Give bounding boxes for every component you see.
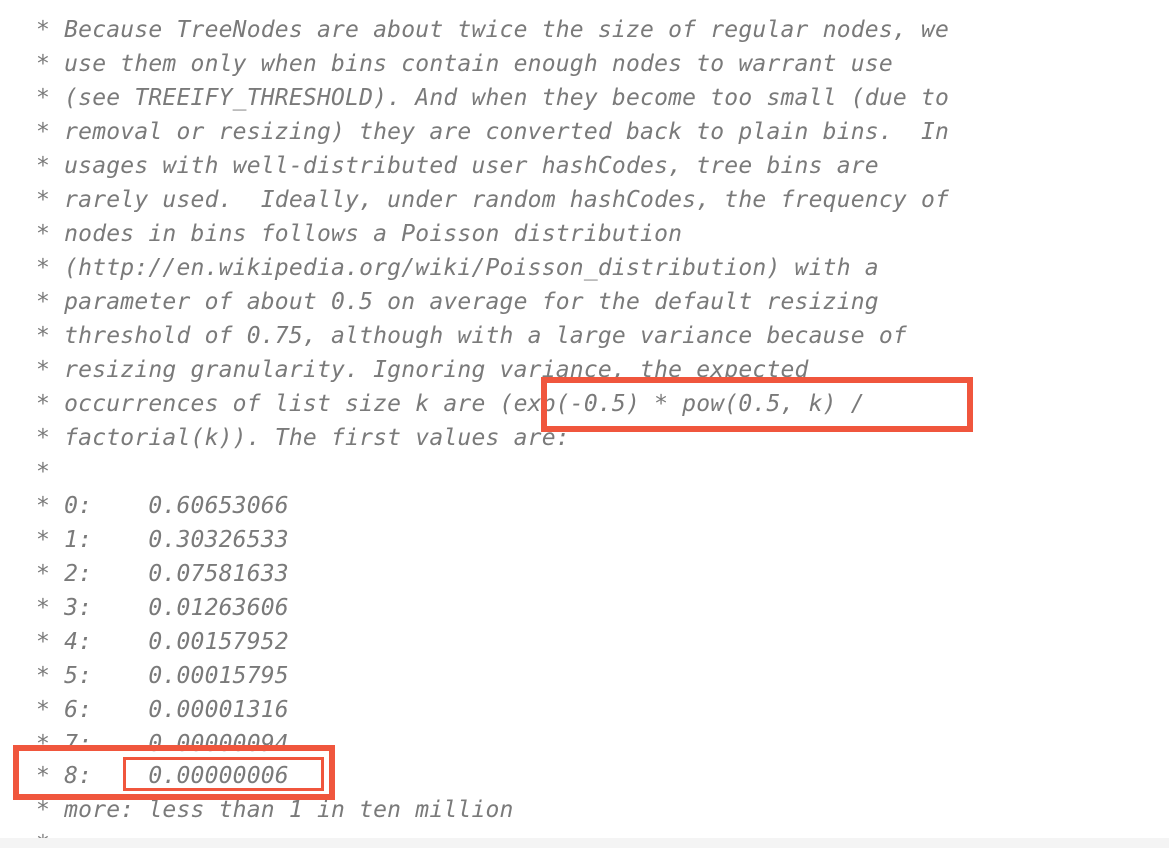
formula-highlight-box [541, 377, 973, 432]
comment-line: * usages with well-distributed user hash… [36, 149, 879, 183]
comment-line: * use them only when bins contain enough… [36, 47, 893, 81]
comment-line: * parameter of about 0.5 on average for … [36, 285, 879, 319]
probability-row: * 0: 0.60653066 [36, 489, 289, 523]
probability-row: * 3: 0.01263606 [36, 591, 289, 625]
comment-line-blank: * [36, 455, 50, 489]
comment-line: * rarely used. Ideally, under random has… [36, 183, 949, 217]
comment-line: * Because TreeNodes are about twice the … [36, 13, 949, 47]
probability-row: * 4: 0.00157952 [36, 625, 289, 659]
comment-line: * (see TREEIFY_THRESHOLD). And when they… [36, 81, 949, 115]
probability-row: * 6: 0.00001316 [36, 693, 289, 727]
row-8-value-highlight-box [123, 757, 324, 791]
probability-row: * 1: 0.30326533 [36, 523, 289, 557]
comment-line: * (http://en.wikipedia.org/wiki/Poisson_… [36, 251, 879, 285]
probability-row: * 5: 0.00015795 [36, 659, 289, 693]
comment-line: * factorial(k)). The first values are: [36, 421, 570, 455]
comment-line: * removal or resizing) they are converte… [36, 115, 949, 149]
comment-line: * threshold of 0.75, although with a lar… [36, 319, 907, 353]
probability-row: * 2: 0.07581633 [36, 557, 289, 591]
comment-line: * nodes in bins follows a Poisson distri… [36, 217, 682, 251]
bottom-scroll-strip [0, 838, 1169, 848]
